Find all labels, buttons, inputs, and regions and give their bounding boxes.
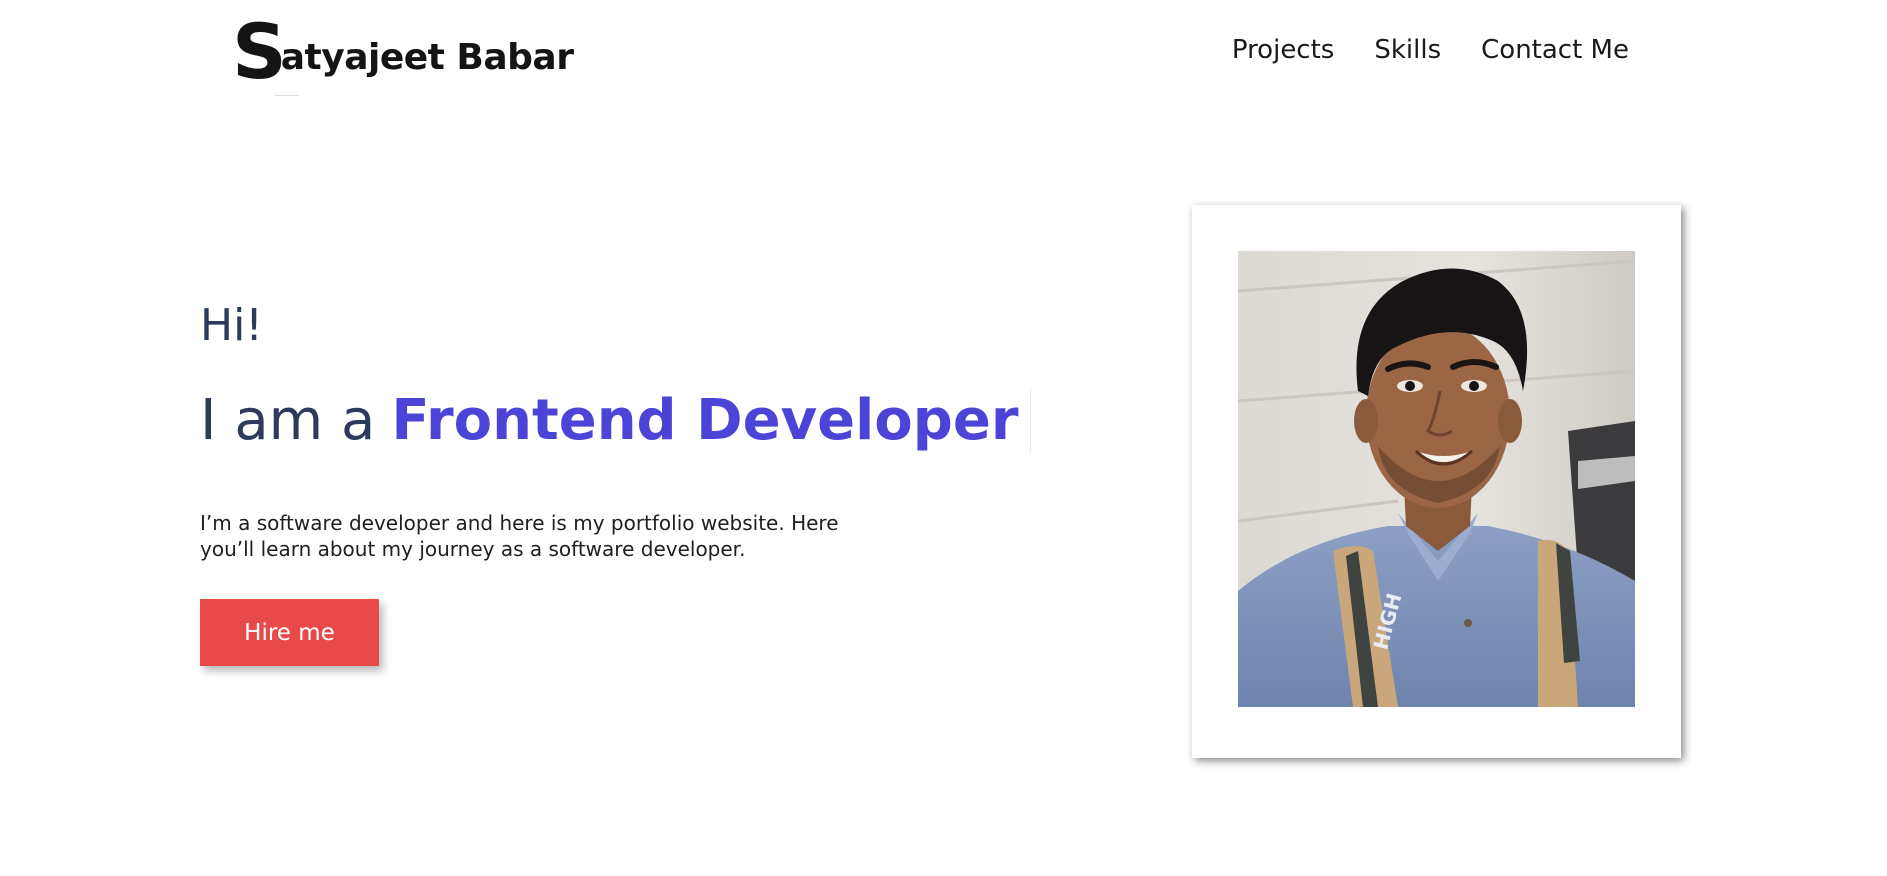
- hire-me-button[interactable]: Hire me: [200, 599, 379, 666]
- nav-link-projects[interactable]: Projects: [1232, 32, 1335, 68]
- profile-photo-frame: HIGH: [1192, 205, 1681, 758]
- site-logo[interactable]: S atyajeet Babar: [232, 7, 574, 96]
- portfolio-page: S atyajeet Babar Projects Skills Contact…: [0, 0, 1887, 876]
- logo-underline: [275, 95, 299, 96]
- nav-link-contact[interactable]: Contact Me: [1481, 32, 1629, 68]
- hero-greeting: Hi!: [200, 300, 263, 351]
- logo-initial: S: [232, 7, 287, 96]
- hero-description: I’m a software developer and here is my …: [200, 511, 839, 561]
- logo-name: atyajeet Babar: [280, 37, 574, 78]
- nav-link-skills[interactable]: Skills: [1374, 32, 1441, 68]
- profile-photo: HIGH: [1238, 251, 1635, 707]
- profile-photo-illustration: HIGH: [1238, 251, 1635, 707]
- hero-headline: I am a Frontend Developer: [200, 386, 1032, 456]
- headline-prefix: I am a: [200, 388, 376, 453]
- typing-cursor: [1030, 389, 1032, 453]
- main-nav: Projects Skills Contact Me: [1232, 32, 1629, 68]
- headline-role: Frontend Developer: [391, 388, 1019, 453]
